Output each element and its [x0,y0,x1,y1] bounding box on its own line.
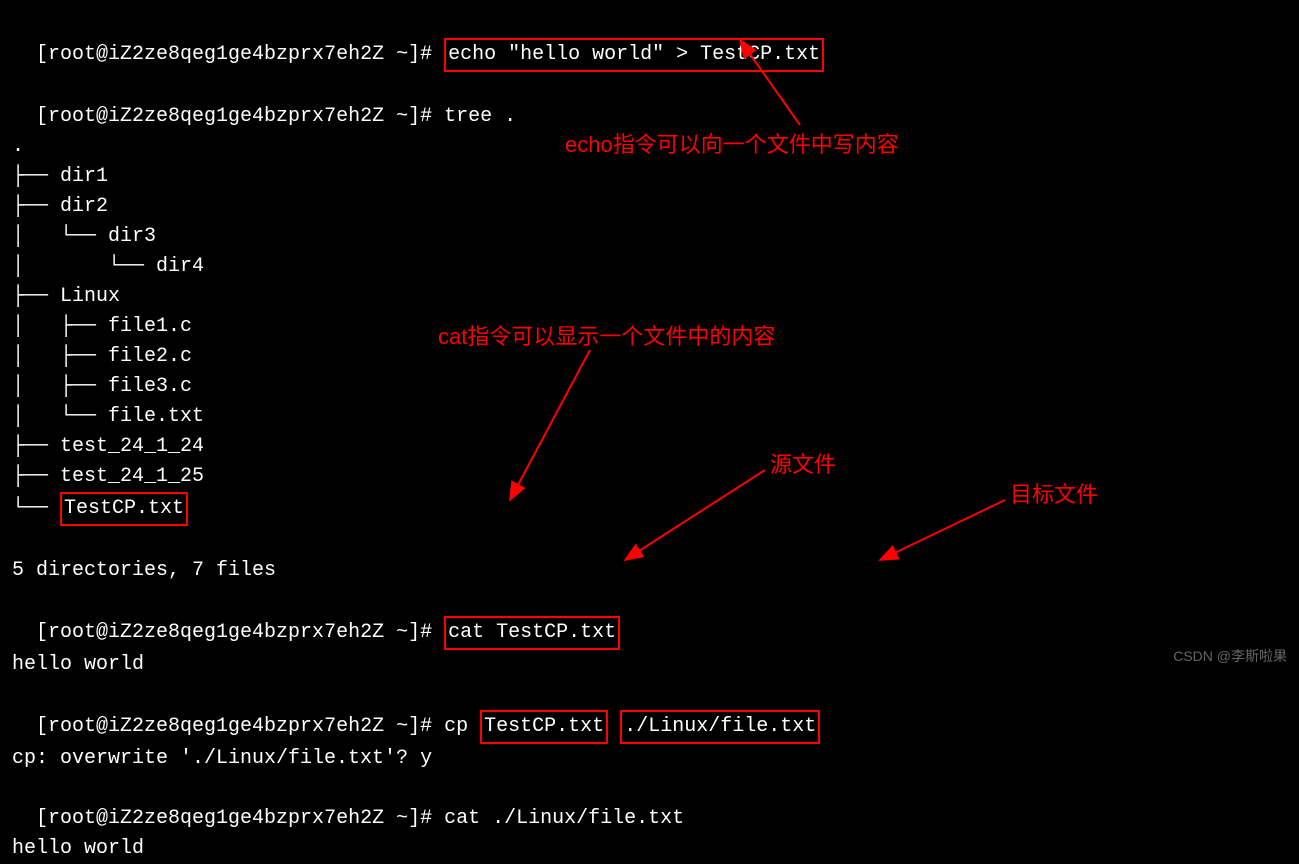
cat2-command: cat ./Linux/file.txt [444,807,684,830]
prompt: [root@iZ2ze8qeg1ge4bzprx7eh2Z ~]# [36,105,432,128]
tree-item: ├── dir2 [12,192,1287,222]
testcp-box: TestCP.txt [60,492,188,526]
overwrite-line: cp: overwrite './Linux/file.txt'? y [12,744,1287,774]
cp-command: cp [444,715,468,738]
cat-command-box: cat TestCP.txt [444,616,620,650]
prompt: [root@iZ2ze8qeg1ge4bzprx7eh2Z ~]# [36,43,432,66]
cp-src: TestCP.txt [484,715,604,738]
tree-dir3: dir3 [108,225,156,248]
hello-output2: hello world [12,837,144,860]
tree-test2: test_24_1_25 [60,465,204,488]
overwrite-prompt: cp: overwrite './Linux/file.txt'? y [12,747,432,770]
terminal-line: [root@iZ2ze8qeg1ge4bzprx7eh2Z ~]# echo "… [12,8,1287,72]
hello-output1: hello world [12,653,144,676]
output-line: hello world [12,650,1287,680]
output-line: hello world [12,834,1287,864]
tree-item: ├── Linux [12,282,1287,312]
prompt: [root@iZ2ze8qeg1ge4bzprx7eh2Z ~]# [36,715,432,738]
tree-item: ├── test_24_1_24 [12,432,1287,462]
tree-file3: file3.c [108,375,192,398]
tree-test1: test_24_1_24 [60,435,204,458]
annotation-src: 源文件 [770,448,836,481]
terminal-line: [root@iZ2ze8qeg1ge4bzprx7eh2Z ~]# cat ./… [12,774,1287,834]
echo-command: echo "hello world" > TestCP.txt [448,43,820,66]
prompt: [root@iZ2ze8qeg1ge4bzprx7eh2Z ~]# [36,807,432,830]
annotation-dst: 目标文件 [1010,478,1098,511]
tree-item: ├── dir1 [12,162,1287,192]
prompt: [root@iZ2ze8qeg1ge4bzprx7eh2Z ~]# [36,621,432,644]
cat-command: cat TestCP.txt [448,621,616,644]
tree-dir1: dir1 [60,165,108,188]
tree-dir4: dir4 [156,255,204,278]
tree-item: │ └── dir4 [12,252,1287,282]
tree-item: │ └── file.txt [12,402,1287,432]
tree-summary: 5 directories, 7 files [12,556,1287,586]
tree-filetxt: file.txt [108,405,204,428]
cp-dst: ./Linux/file.txt [624,715,816,738]
tree-dir2: dir2 [60,195,108,218]
echo-command-box: echo "hello world" > TestCP.txt [444,38,824,72]
tree-dot: . [12,135,24,158]
tree-command: tree . [444,105,516,128]
terminal-line: [root@iZ2ze8qeg1ge4bzprx7eh2Z ~]# tree . [12,72,1287,132]
tree-linux: Linux [60,285,120,308]
cp-src-box: TestCP.txt [480,710,608,744]
tree-file1: file1.c [108,315,192,338]
tree-item: │ ├── file3.c [12,372,1287,402]
annotation-cat: cat指令可以显示一个文件中的内容 [438,320,775,353]
blank-line [12,526,1287,556]
terminal-line: [root@iZ2ze8qeg1ge4bzprx7eh2Z ~]# cat Te… [12,586,1287,650]
cp-dst-box: ./Linux/file.txt [620,710,820,744]
terminal-line: [root@iZ2ze8qeg1ge4bzprx7eh2Z ~]# cp Tes… [12,680,1287,744]
tree-item: │ └── dir3 [12,222,1287,252]
tree-file2: file2.c [108,345,192,368]
tree-testcp: TestCP.txt [64,497,184,520]
annotation-echo: echo指令可以向一个文件中写内容 [565,128,899,161]
tree-summary-text: 5 directories, 7 files [12,559,276,582]
watermark: CSDN @李斯啦果 [1173,646,1287,667]
